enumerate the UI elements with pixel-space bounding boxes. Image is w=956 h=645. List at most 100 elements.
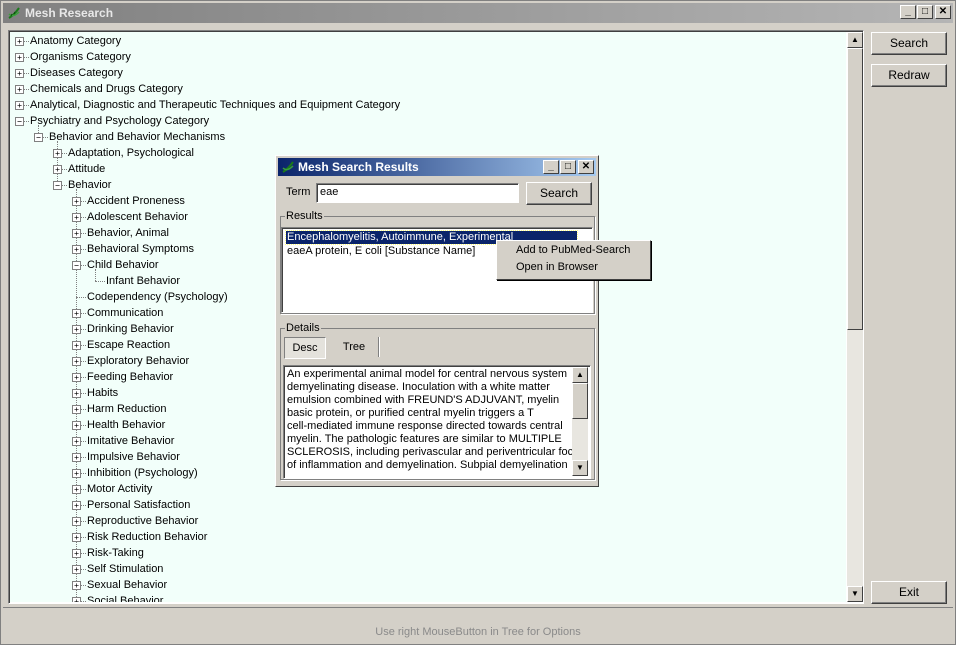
expand-icon[interactable]: + (72, 517, 81, 526)
tree-node-label: Self Stimulation (87, 563, 164, 575)
details-label: Details (285, 322, 321, 334)
search-results-dialog: Mesh Search Results _ □ ✕ Term eae Search … (275, 155, 599, 487)
collapse-icon[interactable]: − (72, 261, 81, 270)
tree-node-label: Feeding Behavior (87, 371, 174, 383)
minimize-button[interactable]: _ (900, 5, 916, 19)
tree-node[interactable]: + Risk Reduction Behavior (10, 529, 840, 545)
tree-node[interactable]: + Anatomy Category (10, 33, 840, 49)
desc-scroll-down-button[interactable]: ▼ (572, 460, 588, 476)
tree-node-label: Attitude (68, 163, 106, 175)
tree-connector (81, 553, 86, 554)
expand-icon[interactable]: + (72, 309, 81, 318)
tree-connector (76, 297, 86, 298)
search-button[interactable]: Search (871, 32, 947, 55)
expand-icon[interactable]: + (72, 437, 81, 446)
scroll-thumb[interactable] (847, 48, 863, 330)
collapse-icon[interactable]: − (15, 117, 24, 126)
tree-node[interactable]: + Sexual Behavior (10, 577, 840, 593)
menu-item-open-in-browser[interactable]: Open in Browser (516, 261, 598, 273)
tree-node[interactable]: + Diseases Category (10, 65, 840, 81)
expand-icon[interactable]: + (53, 149, 62, 158)
description-line: myelin. The pathologic features are simi… (287, 433, 562, 445)
maximize-button[interactable]: □ (917, 5, 933, 19)
description-text-area[interactable]: An experimental animal model for central… (283, 365, 591, 479)
tree-connector (81, 377, 86, 378)
tree-node[interactable]: + Personal Satisfaction (10, 497, 840, 513)
expand-icon[interactable]: + (72, 581, 81, 590)
dialog-search-button[interactable]: Search (526, 182, 592, 205)
scroll-down-button[interactable]: ▼ (847, 586, 863, 602)
expand-icon[interactable]: + (15, 37, 24, 46)
close-button[interactable]: ✕ (935, 5, 951, 19)
expand-icon[interactable]: + (72, 229, 81, 238)
expand-icon[interactable]: + (15, 101, 24, 110)
expand-icon[interactable]: + (72, 245, 81, 254)
expand-icon[interactable]: + (72, 197, 81, 206)
description-line: basic protein, or purified central myeli… (287, 407, 534, 419)
tree-node-label: Risk Reduction Behavior (87, 531, 208, 543)
tree-connector (81, 521, 86, 522)
dialog-title: Mesh Search Results (298, 160, 419, 174)
expand-icon[interactable]: + (72, 341, 81, 350)
expand-icon[interactable]: + (15, 53, 24, 62)
tree-node[interactable]: + Organisms Category (10, 49, 840, 65)
tree-node[interactable]: + Reproductive Behavior (10, 513, 840, 529)
tree-connector (81, 585, 86, 586)
tree-node-label: Behavior (68, 179, 112, 191)
dialog-maximize-button[interactable]: □ (560, 160, 576, 174)
tab-tree[interactable]: Tree (330, 337, 379, 357)
tree-node-label: Codependency (Psychology) (87, 291, 228, 303)
expand-icon[interactable]: + (72, 501, 81, 510)
expand-icon[interactable]: + (72, 453, 81, 462)
dialog-minimize-button[interactable]: _ (543, 160, 559, 174)
tab-desc[interactable]: Desc (284, 337, 326, 359)
expand-icon[interactable]: + (53, 165, 62, 174)
tree-scrollbar[interactable]: ▲ ▼ (847, 32, 863, 602)
exit-button[interactable]: Exit (871, 581, 947, 604)
tree-node[interactable]: − Behavior and Behavior Mechanisms (10, 129, 840, 145)
expand-icon[interactable]: + (15, 69, 24, 78)
tree-node-label: Child Behavior (87, 259, 159, 271)
expand-icon[interactable]: + (72, 357, 81, 366)
expand-icon[interactable]: + (72, 549, 81, 558)
tree-node-label: Drinking Behavior (87, 323, 174, 335)
collapse-icon[interactable]: − (53, 181, 62, 190)
expand-icon[interactable]: + (72, 213, 81, 222)
scroll-up-button[interactable]: ▲ (847, 32, 863, 48)
result-item[interactable]: eaeA protein, E coli [Substance Name] (287, 245, 475, 257)
expand-icon[interactable]: + (72, 485, 81, 494)
description-line: of inflammation and demyelination. Subpi… (287, 459, 568, 471)
tree-connector (43, 137, 48, 138)
expand-icon[interactable]: + (72, 565, 81, 574)
expand-icon[interactable]: + (72, 325, 81, 334)
term-input[interactable]: eae (316, 183, 519, 203)
expand-icon[interactable]: + (72, 373, 81, 382)
desc-scroll-thumb[interactable] (572, 383, 588, 419)
tree-connector (81, 329, 86, 330)
expand-icon[interactable]: + (72, 469, 81, 478)
expand-icon[interactable]: + (72, 533, 81, 542)
tree-connector (81, 409, 86, 410)
tree-node-label: Behavior and Behavior Mechanisms (49, 131, 226, 143)
expand-icon[interactable]: + (72, 405, 81, 414)
collapse-icon[interactable]: − (34, 133, 43, 142)
expand-icon[interactable]: + (72, 421, 81, 430)
tree-connector (81, 473, 86, 474)
tree-node-label: Harm Reduction (87, 403, 167, 415)
expand-icon[interactable]: + (72, 597, 81, 602)
tree-node[interactable]: + Analytical, Diagnostic and Therapeutic … (10, 97, 840, 113)
tree-node[interactable]: − Psychiatry and Psychology Category (10, 113, 840, 129)
status-bar: Use right MouseButton in Tree for Option… (3, 607, 953, 644)
description-scrollbar[interactable]: ▲ ▼ (572, 367, 588, 476)
tree-connector (24, 41, 29, 42)
menu-item-add-to-pubmed[interactable]: Add to PubMed-Search (516, 244, 630, 256)
redraw-button[interactable]: Redraw (871, 64, 947, 87)
tree-node[interactable]: + Social Behavior (10, 593, 840, 602)
desc-scroll-up-button[interactable]: ▲ (572, 367, 588, 383)
tree-node[interactable]: + Self Stimulation (10, 561, 840, 577)
expand-icon[interactable]: + (72, 389, 81, 398)
expand-icon[interactable]: + (15, 85, 24, 94)
dialog-close-button[interactable]: ✕ (578, 160, 594, 174)
tree-node[interactable]: + Risk-Taking (10, 545, 840, 561)
tree-node[interactable]: + Chemicals and Drugs Category (10, 81, 840, 97)
